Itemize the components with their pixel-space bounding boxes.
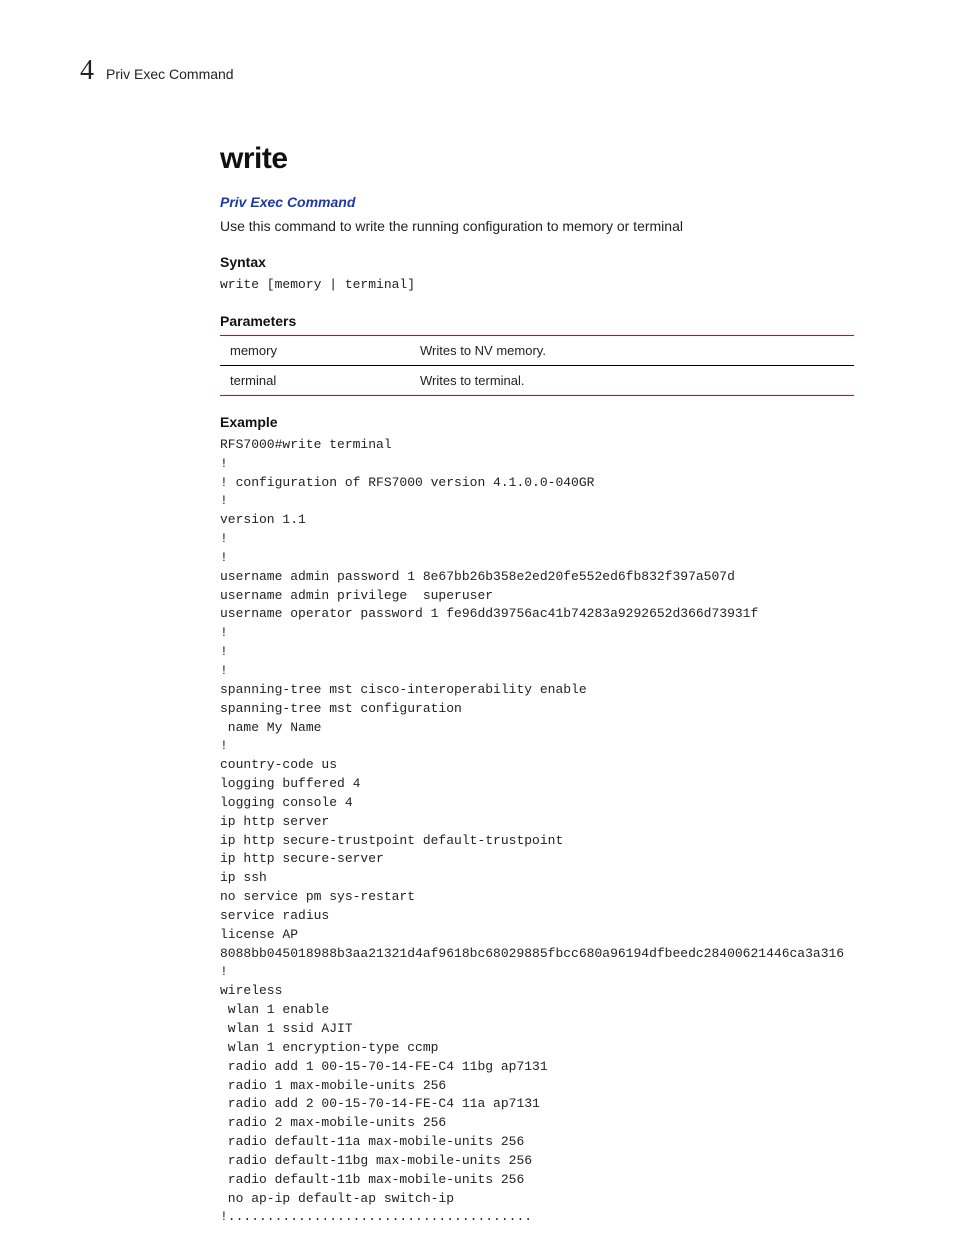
chapter-number: 4 <box>80 55 94 87</box>
param-name: memory <box>220 335 410 365</box>
syntax-heading: Syntax <box>220 254 854 270</box>
param-desc: Writes to NV memory. <box>410 335 854 365</box>
command-description: Use this command to write the running co… <box>220 218 854 234</box>
content-column: write Priv Exec Command Use this command… <box>220 142 854 1227</box>
param-desc: Writes to terminal. <box>410 365 854 395</box>
syntax-code: write [memory | terminal] <box>220 276 854 295</box>
example-heading: Example <box>220 414 854 430</box>
parameters-heading: Parameters <box>220 313 854 329</box>
document-page: 4 Priv Exec Command write Priv Exec Comm… <box>0 0 954 1235</box>
parameters-table: memory Writes to NV memory. terminal Wri… <box>220 335 854 396</box>
chapter-title: Priv Exec Command <box>106 66 234 82</box>
param-name: terminal <box>220 365 410 395</box>
table-row: memory Writes to NV memory. <box>220 335 854 365</box>
example-code: RFS7000#write terminal ! ! configuration… <box>220 436 854 1227</box>
running-header: 4 Priv Exec Command <box>80 55 874 87</box>
section-crossref-link[interactable]: Priv Exec Command <box>220 194 854 210</box>
table-row: terminal Writes to terminal. <box>220 365 854 395</box>
command-title: write <box>220 142 854 176</box>
